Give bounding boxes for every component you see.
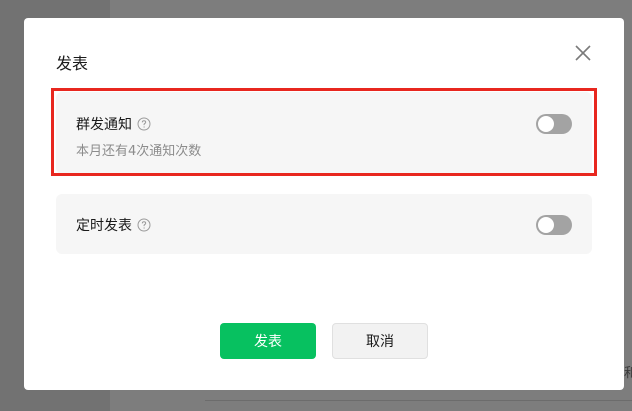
- toggle-knob: [538, 116, 554, 132]
- background-text: 和: [624, 366, 632, 381]
- mass-notification-label: 群发通知: [76, 117, 132, 133]
- mass-notification-label-row: 群发通知: [76, 114, 151, 134]
- scheduled-publish-option: 定时发表: [56, 194, 592, 254]
- background-divider: [205, 400, 632, 401]
- publish-dialog: 发表 群发通知 本月还有4次通知次数 定时发表 发表 取消: [24, 18, 624, 390]
- toggle-knob: [538, 217, 554, 233]
- scheduled-publish-label-row: 定时发表: [76, 215, 151, 235]
- close-icon[interactable]: [571, 41, 595, 65]
- question-circle-icon[interactable]: [137, 117, 151, 131]
- cancel-button[interactable]: 取消: [332, 323, 428, 359]
- dialog-title: 发表: [56, 54, 89, 73]
- scheduled-publish-label: 定时发表: [76, 218, 132, 234]
- mass-notification-option: 群发通知 本月还有4次通知次数: [56, 92, 592, 174]
- notification-quota-text: 本月还有4次通知次数: [76, 144, 202, 159]
- question-circle-icon[interactable]: [137, 218, 151, 232]
- mass-notification-toggle[interactable]: [536, 114, 572, 134]
- publish-button[interactable]: 发表: [220, 323, 316, 359]
- scheduled-publish-toggle[interactable]: [536, 215, 572, 235]
